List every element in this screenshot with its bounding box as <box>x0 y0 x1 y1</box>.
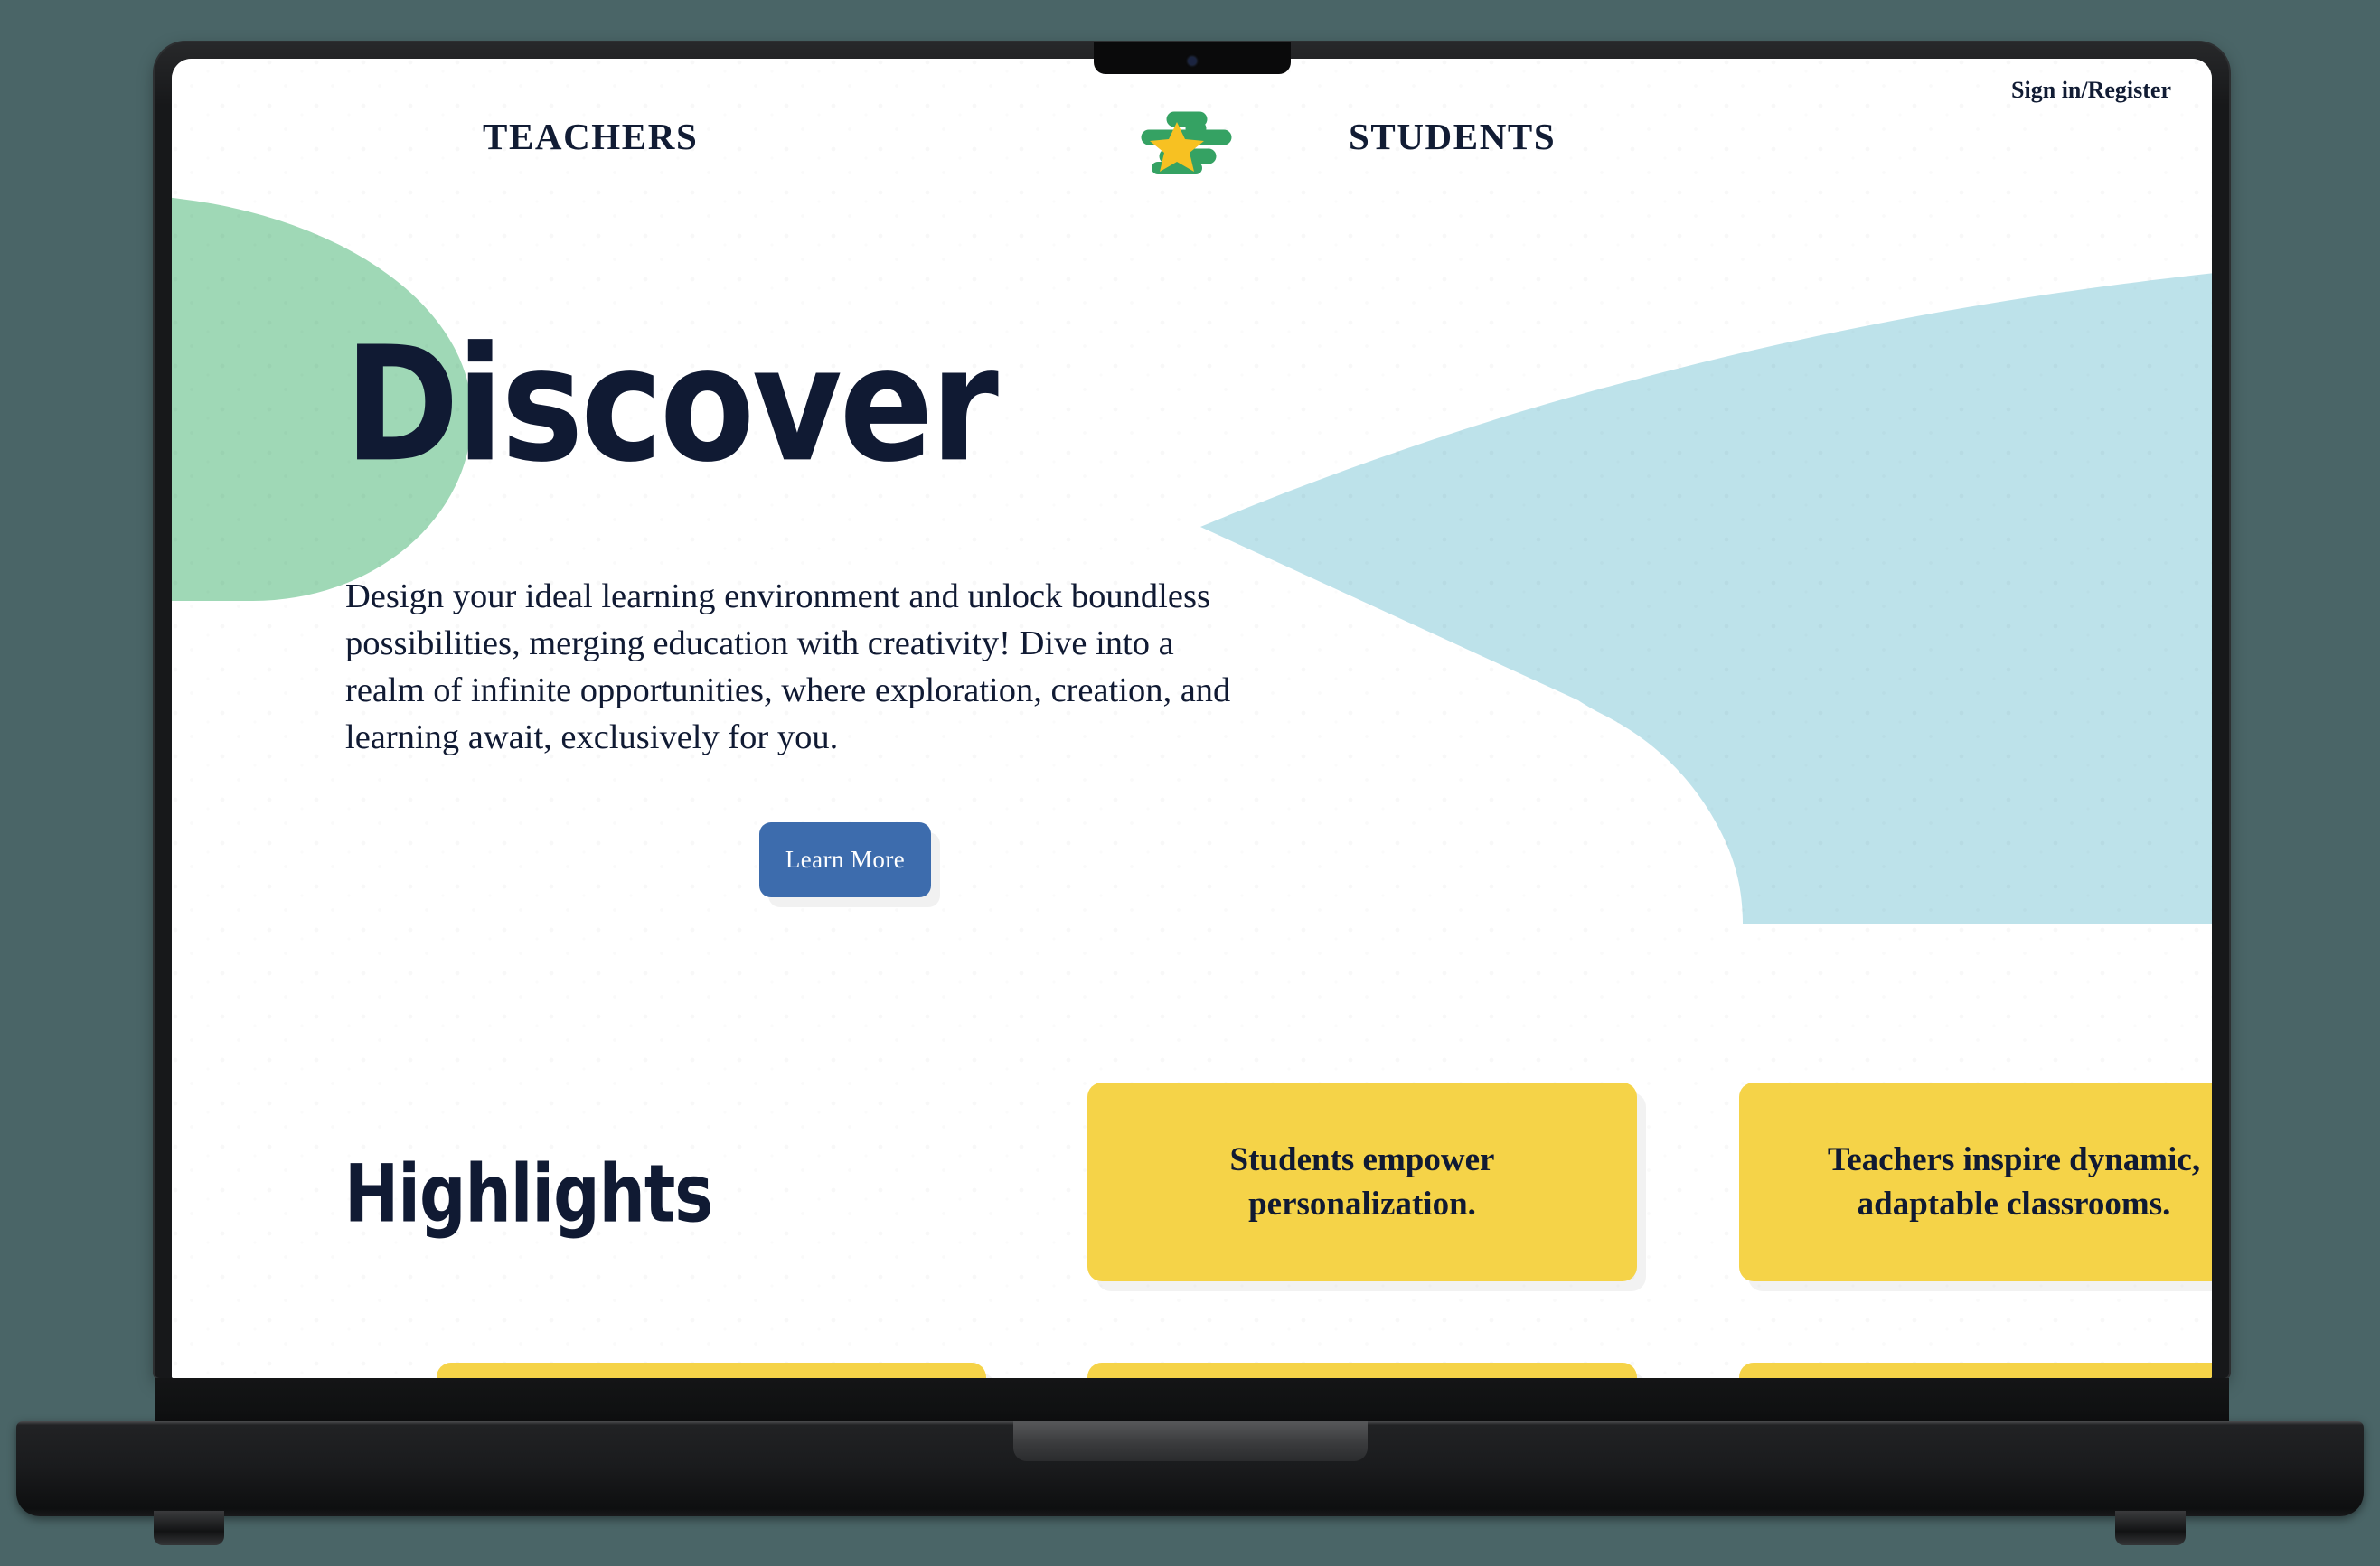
laptop-screen: TEACHERS STUDENTS Sign in/Register Disco… <box>172 59 2212 1378</box>
nav-link-teachers[interactable]: TEACHERS <box>483 115 698 158</box>
sign-in-register-link[interactable]: Sign in/Register <box>2011 77 2171 104</box>
laptop-base-notch <box>1012 1421 1368 1461</box>
highlight-card-text: Students empower personalization. <box>1229 1140 1495 1223</box>
star-swoosh-logo[interactable] <box>1133 111 1252 174</box>
site-header: TEACHERS STUDENTS Sign in/Register <box>172 59 2212 192</box>
laptop-hinge <box>155 1378 2229 1422</box>
highlight-card-text: Teachers inspire dynamic, adaptable clas… <box>1827 1140 2201 1223</box>
highlight-card[interactable]: Teachers inspire dynamic, adaptable clas… <box>1739 1083 2212 1281</box>
webcam-icon <box>1188 57 1196 65</box>
highlight-card[interactable] <box>437 1363 986 1378</box>
laptop-notch <box>1093 42 1291 74</box>
laptop-foot-right <box>2115 1511 2186 1545</box>
scene-backdrop: TEACHERS STUDENTS Sign in/Register Disco… <box>0 0 2380 1566</box>
highlight-card[interactable] <box>1739 1363 2212 1378</box>
laptop-frame: TEACHERS STUDENTS Sign in/Register Disco… <box>155 42 2229 1378</box>
laptop-foot-left <box>154 1511 224 1545</box>
highlight-card[interactable] <box>1087 1363 1637 1378</box>
nav-link-students[interactable]: STUDENTS <box>1349 115 1556 158</box>
webpage: TEACHERS STUDENTS Sign in/Register Disco… <box>172 59 2212 1378</box>
highlights-card-grid: Students empower personalization. Teache… <box>172 59 2212 1378</box>
highlight-card[interactable]: Students empower personalization. <box>1087 1083 1637 1281</box>
